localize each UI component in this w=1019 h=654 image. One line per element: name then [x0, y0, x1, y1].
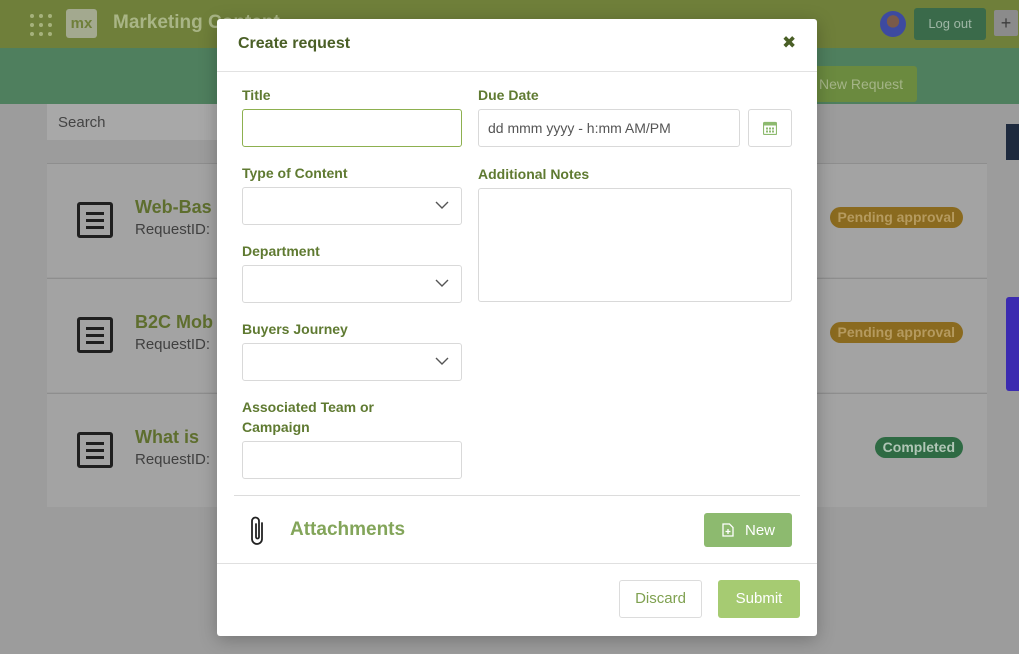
new-request-button[interactable]: New Request [806, 66, 917, 102]
paperclip-icon [251, 516, 263, 545]
additional-notes-textarea[interactable] [478, 188, 792, 302]
department-select[interactable] [242, 265, 462, 303]
title-input[interactable] [242, 109, 462, 147]
buyers-journey-select[interactable] [242, 343, 462, 381]
associated-team-input[interactable] [242, 441, 462, 479]
title-label: Title [242, 87, 271, 103]
close-icon[interactable]: ✖ [782, 33, 796, 53]
card-request-id: RequestID: [135, 336, 211, 353]
card-request-id: RequestID: [135, 451, 211, 468]
document-icon [77, 202, 113, 238]
calendar-icon [763, 121, 777, 135]
app-logo: mx [66, 9, 97, 38]
submit-button[interactable]: Submit [718, 580, 800, 618]
buyers-journey-label: Buyers Journey [242, 321, 348, 337]
feedback-tab[interactable] [1006, 297, 1019, 391]
logout-button[interactable]: Log out [914, 8, 986, 40]
department-label: Department [242, 243, 320, 259]
due-date-label: Due Date [478, 87, 539, 103]
chevron-down-icon [435, 201, 449, 209]
new-attachment-label: New [745, 522, 776, 539]
chevron-down-icon [435, 357, 449, 365]
attachments-title: Attachments [290, 519, 406, 540]
file-plus-icon [722, 523, 734, 537]
associated-team-label: Associated Team or Campaign [242, 397, 374, 437]
discard-button[interactable]: Discard [619, 580, 702, 618]
add-button[interactable]: + [994, 10, 1018, 36]
app-grid-icon[interactable] [30, 14, 52, 36]
due-date-input[interactable] [478, 109, 740, 147]
card-title: Web-Bas [135, 197, 212, 217]
card-title: B2C Mob [135, 312, 213, 332]
document-icon [77, 317, 113, 353]
associated-team-label-line1: Associated Team or [242, 399, 375, 415]
side-tab[interactable] [1006, 124, 1019, 160]
document-icon [77, 432, 113, 468]
modal-title: Create request [238, 35, 351, 52]
status-badge: Completed [874, 437, 963, 458]
additional-notes-label: Additional Notes [478, 166, 590, 182]
type-of-content-select[interactable] [242, 187, 462, 225]
modal-header: Create request ✖ [217, 19, 817, 72]
footer-divider [217, 563, 817, 564]
status-badge: Pending approval [829, 207, 963, 228]
new-attachment-button[interactable]: New [704, 513, 792, 547]
calendar-button[interactable] [748, 109, 792, 147]
card-request-id: RequestID: [135, 221, 211, 238]
create-request-modal: Create request ✖ Title Type of Content D… [217, 19, 817, 636]
status-badge: Pending approval [829, 322, 963, 343]
card-title: What is [135, 427, 200, 447]
associated-team-label-line2: Campaign [242, 419, 310, 435]
chevron-down-icon [435, 279, 449, 287]
avatar[interactable] [880, 11, 906, 37]
divider [234, 495, 800, 496]
type-of-content-label: Type of Content [242, 165, 348, 181]
